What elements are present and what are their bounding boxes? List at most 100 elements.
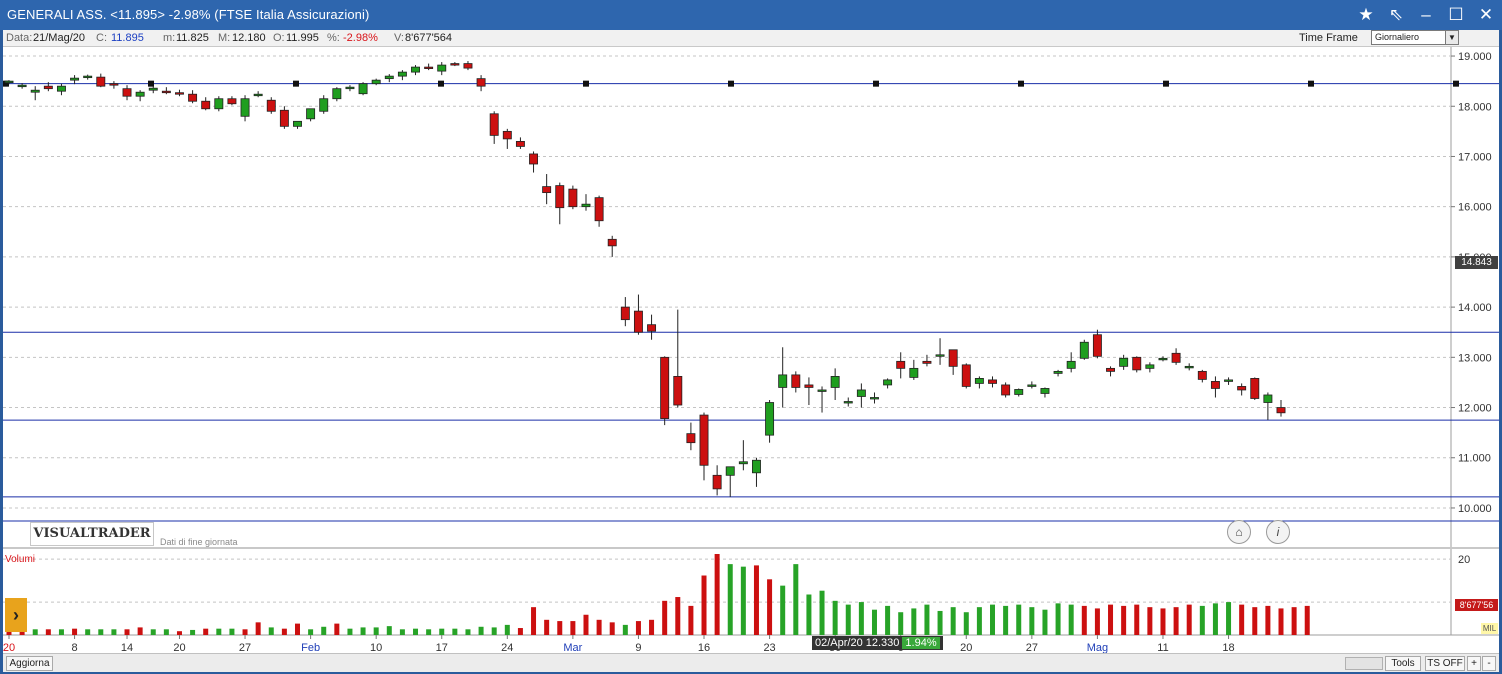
candle-body [371, 79, 381, 85]
pin-icon[interactable]: ⇖ [1384, 3, 1408, 27]
volume-bar [190, 629, 196, 635]
volume-bar [753, 565, 759, 635]
volume-tick-label: 20 [1458, 554, 1470, 566]
volume-bar [1173, 607, 1179, 635]
volume-bar [1304, 605, 1310, 635]
candle [660, 356, 670, 426]
candle-body [1079, 341, 1089, 359]
candle-body [791, 374, 801, 388]
high-value: 12.180 [232, 32, 266, 44]
close-icon[interactable]: ✕ [1474, 3, 1498, 27]
zoom-out-button[interactable]: - [1482, 656, 1496, 671]
volume-label: V: [394, 32, 404, 44]
chevron-right-icon[interactable]: › [5, 598, 27, 632]
volume-bar [1147, 607, 1153, 635]
candle-body [568, 188, 578, 208]
ts-toggle-button[interactable]: TS OFF [1425, 656, 1465, 671]
volume-bar [858, 602, 864, 635]
volume-bar [583, 614, 589, 635]
line-anchor-marker [1163, 80, 1169, 87]
candle-body [175, 92, 184, 95]
volume-bar [347, 628, 353, 635]
volume-bar [504, 624, 510, 635]
volume-bar [622, 624, 628, 635]
volume-bar [1003, 605, 1009, 635]
timeframe-value: Giornaliero [1375, 32, 1420, 42]
maximize-icon[interactable]: ☐ [1444, 3, 1468, 27]
candle-body [4, 80, 14, 84]
chevron-down-icon[interactable]: ▼ [1445, 31, 1458, 44]
candle-body [856, 389, 866, 397]
candle-body [240, 98, 250, 117]
line-anchor-marker [728, 80, 734, 87]
tag-icon[interactable]: ⌂ [1227, 520, 1251, 544]
horizontal-scrollbar[interactable] [1345, 657, 1383, 670]
price-tick-label: 16.000 [1458, 202, 1492, 214]
volume-bar [478, 626, 484, 635]
candle-body [293, 120, 302, 127]
candle-body [1132, 356, 1142, 371]
price-panel-bg [3, 46, 1451, 518]
zoom-in-button[interactable]: + [1467, 656, 1481, 671]
volume-bar [386, 626, 392, 635]
candle-body [109, 83, 119, 86]
tools-button[interactable]: Tools [1385, 656, 1421, 671]
volume-bar [1042, 609, 1048, 635]
candle-body [1237, 386, 1247, 391]
volume-bar [544, 619, 550, 635]
volume-bar [426, 629, 432, 635]
candle-body [870, 397, 879, 400]
brand-subtitle: Dati di fine giornata [160, 537, 238, 547]
volume-bar [767, 579, 773, 635]
candle-body [542, 186, 552, 194]
candle-body [1171, 352, 1181, 363]
volume-bar [557, 621, 563, 635]
last-price-tag: 14.843 [1455, 256, 1498, 269]
info-icon[interactable]: i [1266, 520, 1290, 544]
volume-bar [1094, 608, 1100, 635]
chart-canvas[interactable]: 10.00011.00012.00013.00014.00015.00016.0… [3, 30, 1499, 671]
candle-body [699, 414, 709, 466]
volume-bar [885, 605, 891, 635]
line-anchor-marker [438, 80, 444, 87]
volume-bar [1068, 604, 1074, 635]
candle-body [581, 203, 591, 208]
candle-body [974, 378, 984, 384]
volume-bar [924, 604, 930, 635]
volume-bar [255, 622, 261, 635]
candle [1250, 377, 1260, 400]
volume-bar [596, 619, 602, 635]
volume-bar [137, 627, 143, 635]
volume-bar [281, 628, 287, 635]
candle-body [988, 379, 997, 384]
volume-bar [1121, 605, 1127, 635]
volume-bar [1199, 605, 1205, 635]
candle [358, 82, 368, 96]
candle-body [673, 375, 683, 406]
candle-body [1276, 407, 1286, 414]
window-title-bar: GENERALI ASS. <11.895> -2.98% (FTSE Ital… [0, 0, 1502, 30]
volume-bar [780, 585, 786, 635]
candle-body [188, 93, 198, 102]
volume-bar [176, 631, 182, 635]
candle-body [424, 66, 434, 69]
candle-body [148, 87, 158, 91]
candle-body [306, 108, 316, 120]
volume-bar [229, 628, 235, 635]
price-tick-label: 18.000 [1458, 101, 1492, 113]
volume-bar [242, 629, 248, 635]
update-button[interactable]: Aggiorna [6, 656, 53, 671]
volume-value: 8'677'564 [405, 32, 453, 44]
low-value: 11.825 [176, 32, 209, 44]
volume-bar [727, 564, 733, 635]
candle-body [1053, 370, 1063, 374]
volume-bar [898, 612, 904, 635]
candle-body [266, 99, 276, 112]
volume-bar [308, 629, 314, 635]
volume-bar [1134, 604, 1140, 635]
timeframe-select[interactable]: Giornaliero ▼ [1371, 30, 1459, 45]
star-icon[interactable]: ★ [1354, 3, 1378, 27]
volume-bar [399, 629, 405, 635]
minimize-icon[interactable]: – [1414, 3, 1438, 27]
candle-body [1224, 379, 1234, 382]
